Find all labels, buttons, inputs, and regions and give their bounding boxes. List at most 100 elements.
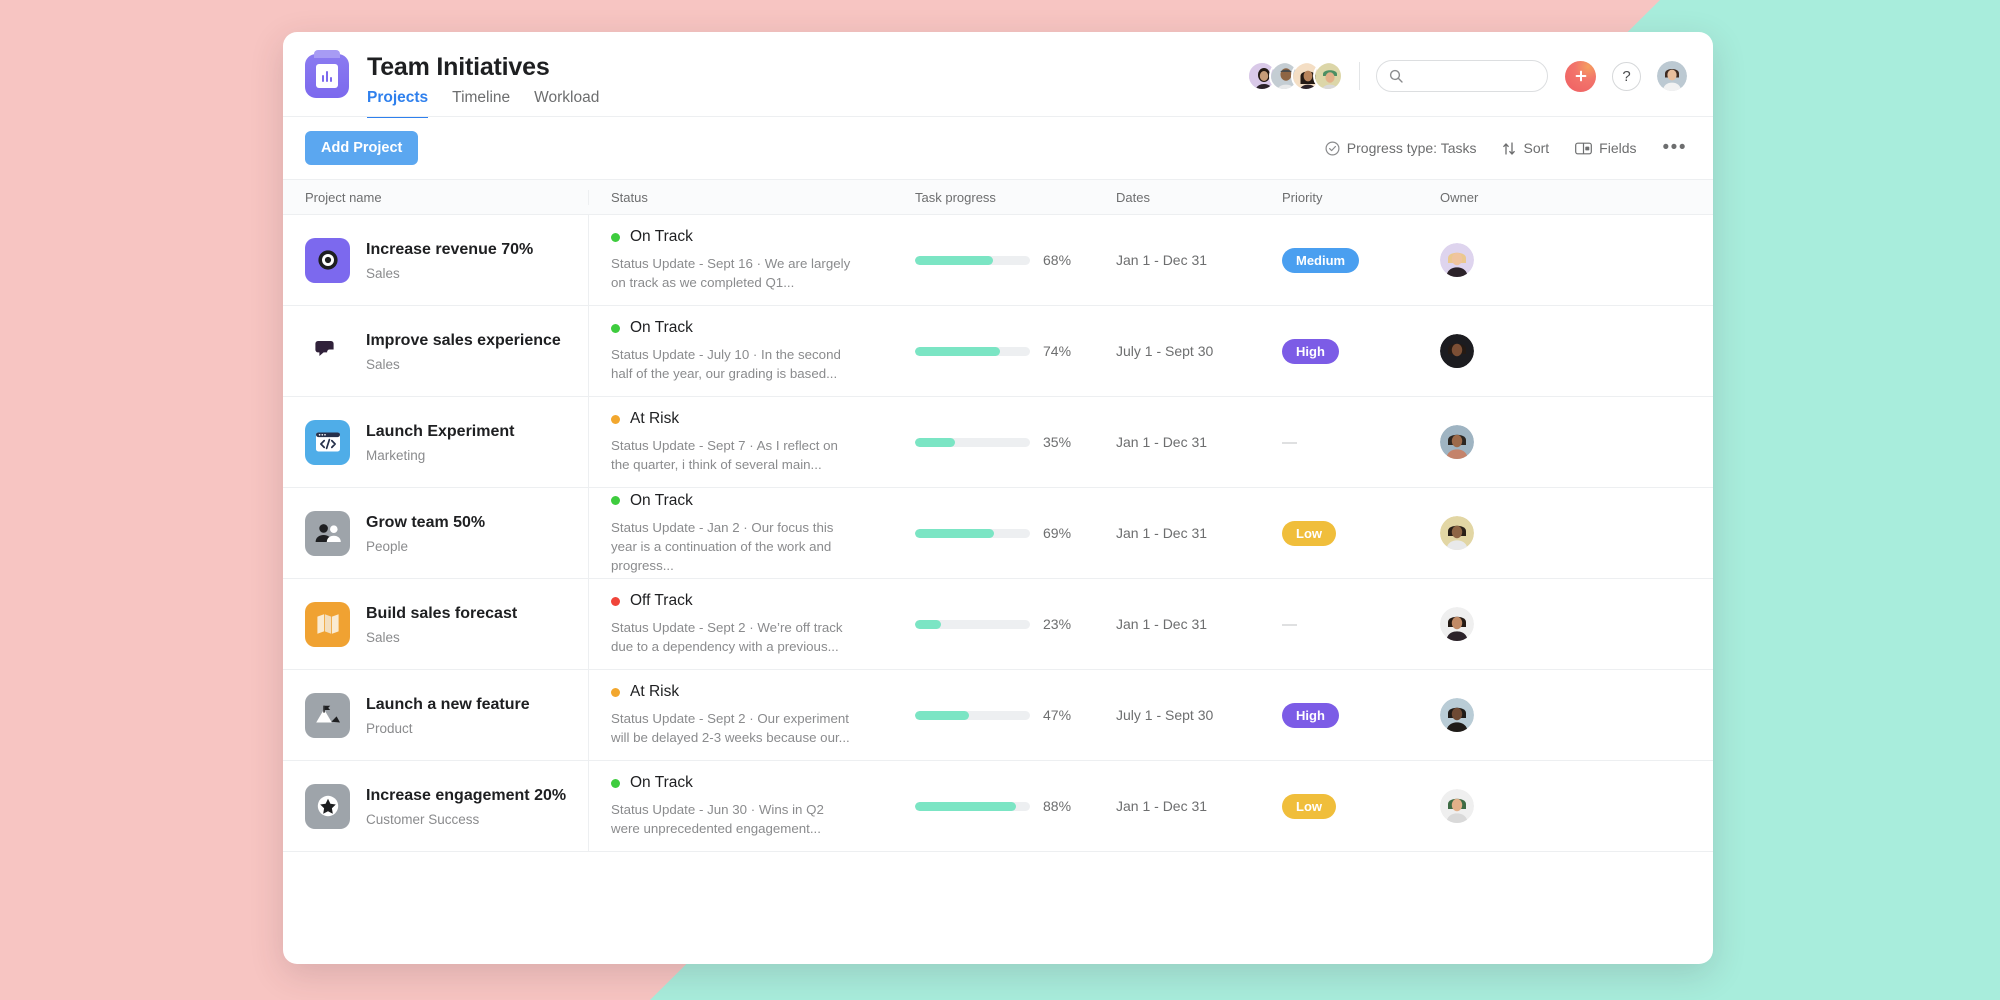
column-header-task-progress: Task progress bbox=[915, 189, 996, 205]
status-label: On Track bbox=[630, 774, 693, 791]
cell-dates[interactable]: Jan 1 - Dec 31 bbox=[1106, 397, 1266, 487]
project-name-label: Build sales forecast bbox=[366, 604, 518, 622]
cell-status[interactable]: On Track Status Update - Jun 30 · Wins in… bbox=[588, 761, 893, 851]
member-avatar-4[interactable] bbox=[1313, 61, 1343, 91]
cell-status[interactable]: At Risk Status Update - Sept 7 · As I ref… bbox=[588, 397, 893, 487]
cell-priority[interactable]: High bbox=[1266, 306, 1422, 396]
owner-avatar-6[interactable] bbox=[1440, 698, 1474, 732]
project-name-label: Launch Experiment bbox=[366, 422, 515, 440]
fields-label: Fields bbox=[1599, 140, 1637, 156]
progress-bar bbox=[915, 437, 1030, 447]
project-team-label: Marketing bbox=[366, 447, 426, 463]
cell-task-progress: 74% bbox=[893, 306, 1106, 396]
column-header-priority: Priority bbox=[1282, 189, 1323, 205]
status-badge[interactable]: Low bbox=[1282, 520, 1336, 546]
cell-priority[interactable]: High bbox=[1266, 670, 1422, 760]
progress-percent-label: 23% bbox=[1043, 616, 1072, 632]
owner-avatar-4[interactable] bbox=[1440, 516, 1474, 550]
cell-owner[interactable] bbox=[1422, 579, 1542, 669]
status-update-text: Status Update - Sept 7 · As I reflect on… bbox=[611, 438, 838, 472]
status-badge[interactable]: Low bbox=[1282, 793, 1336, 819]
cell-priority[interactable]: Low bbox=[1266, 761, 1422, 851]
owner-avatar-7[interactable] bbox=[1440, 789, 1474, 823]
cell-priority[interactable]: Low bbox=[1266, 488, 1422, 578]
status-update-text: Status Update - July 10 · In the second … bbox=[611, 347, 841, 381]
cell-dates[interactable]: July 1 - Sept 30 bbox=[1106, 670, 1266, 760]
cell-dates[interactable]: Jan 1 - Dec 31 bbox=[1106, 579, 1266, 669]
cell-owner[interactable] bbox=[1422, 761, 1542, 851]
cell-owner[interactable] bbox=[1422, 670, 1542, 760]
cell-status[interactable]: On Track Status Update - Sept 16 · We are… bbox=[588, 215, 893, 305]
code-window-icon bbox=[305, 419, 350, 465]
cell-owner[interactable] bbox=[1422, 215, 1542, 305]
cell-status[interactable]: Off Track Status Update - Sept 2 · We’re … bbox=[588, 579, 893, 669]
cell-project-name[interactable]: Increase engagement 20% Customer Success bbox=[283, 761, 588, 851]
cell-priority[interactable]: — bbox=[1266, 397, 1422, 487]
project-team-label: Sales bbox=[366, 265, 400, 281]
cell-priority[interactable]: — bbox=[1266, 579, 1422, 669]
add-button[interactable] bbox=[1565, 60, 1596, 92]
search-input[interactable] bbox=[1411, 68, 1535, 84]
tab-timeline[interactable]: Timeline bbox=[452, 88, 510, 118]
cell-owner[interactable] bbox=[1422, 397, 1542, 487]
fields-button[interactable]: Fields bbox=[1575, 140, 1637, 156]
status-badge[interactable]: High bbox=[1282, 702, 1339, 728]
target-icon bbox=[305, 237, 350, 283]
status-dot-icon bbox=[611, 687, 620, 697]
table-header-row: Project name Status Task progress Dates … bbox=[283, 179, 1713, 215]
member-avatar-stack[interactable] bbox=[1247, 61, 1343, 91]
cell-project-name[interactable]: Grow team 50% People bbox=[283, 488, 588, 578]
add-project-button[interactable]: Add Project bbox=[305, 131, 419, 165]
status-label: On Track bbox=[630, 491, 693, 509]
status-update-text: Status Update - Jan 2 · Our focus this y… bbox=[611, 519, 834, 573]
status-label: Off Track bbox=[630, 592, 693, 609]
cell-dates[interactable]: July 1 - Sept 30 bbox=[1106, 306, 1266, 396]
sort-button[interactable]: Sort bbox=[1502, 140, 1549, 156]
sort-label: Sort bbox=[1523, 140, 1550, 156]
cell-dates[interactable]: Jan 1 - Dec 31 bbox=[1106, 215, 1266, 305]
progress-type-button[interactable]: Progress type: Tasks bbox=[1325, 140, 1476, 156]
cell-owner[interactable] bbox=[1422, 306, 1542, 396]
status-badge[interactable]: Medium bbox=[1282, 247, 1360, 273]
owner-avatar-2[interactable] bbox=[1440, 334, 1474, 368]
project-team-label: Product bbox=[366, 720, 413, 736]
cell-project-name[interactable]: Improve sales experience Sales bbox=[283, 306, 588, 396]
status-badge[interactable]: High bbox=[1282, 338, 1339, 364]
dates-label: July 1 - Sept 30 bbox=[1116, 343, 1214, 359]
table-row[interactable]: Grow team 50% People On Track Status Update… bbox=[283, 488, 1713, 579]
more-options-button[interactable]: ••• bbox=[1663, 138, 1687, 157]
owner-avatar-3[interactable] bbox=[1440, 425, 1474, 459]
check-circle-icon bbox=[1325, 140, 1340, 156]
help-button[interactable]: ? bbox=[1612, 61, 1641, 91]
owner-avatar-5[interactable] bbox=[1440, 607, 1474, 641]
progress-bar-fill bbox=[915, 437, 956, 447]
table-row[interactable]: Improve sales experience Sales On Track Sta… bbox=[283, 306, 1713, 397]
cell-project-name[interactable]: Launch a new feature Product bbox=[283, 670, 588, 760]
table-row[interactable]: Launch Experiment Marketing At Risk Status … bbox=[283, 397, 1713, 488]
cell-dates[interactable]: Jan 1 - Dec 31 bbox=[1106, 488, 1266, 578]
tab-projects[interactable]: Projects bbox=[367, 88, 429, 118]
cell-status[interactable]: On Track Status Update - July 10 · In the… bbox=[588, 306, 893, 396]
account-avatar[interactable] bbox=[1657, 61, 1687, 91]
cell-owner[interactable] bbox=[1422, 488, 1542, 578]
cell-task-progress: 88% bbox=[893, 761, 1106, 851]
cell-project-name[interactable]: Build sales forecast Sales bbox=[283, 579, 588, 669]
table-row[interactable]: Launch a new feature Product At Risk Status… bbox=[283, 670, 1713, 761]
dates-label: Jan 1 - Dec 31 bbox=[1116, 798, 1208, 814]
status-label: At Risk bbox=[630, 410, 680, 427]
table-row[interactable]: Build sales forecast Sales Off Track Status… bbox=[283, 579, 1713, 670]
status-dot-icon bbox=[611, 414, 620, 424]
status-update-text: Status Update - Jun 30 · Wins in Q2 were… bbox=[611, 802, 824, 836]
owner-avatar-1[interactable] bbox=[1440, 243, 1474, 277]
cell-project-name[interactable]: Increase revenue 70% Sales bbox=[283, 215, 588, 305]
cell-dates[interactable]: Jan 1 - Dec 31 bbox=[1106, 761, 1266, 851]
search-box[interactable] bbox=[1376, 60, 1548, 92]
cell-priority[interactable]: Medium bbox=[1266, 215, 1422, 305]
progress-bar-fill bbox=[915, 528, 995, 538]
cell-status[interactable]: At Risk Status Update - Sept 2 · Our expe… bbox=[588, 670, 893, 760]
tab-workload[interactable]: Workload bbox=[534, 88, 599, 118]
table-row[interactable]: Increase engagement 20% Customer Success O… bbox=[283, 761, 1713, 852]
table-row[interactable]: Increase revenue 70% Sales On Track Status … bbox=[283, 215, 1713, 306]
cell-status[interactable]: On Track Status Update - Jan 2 · Our focu… bbox=[588, 488, 893, 578]
cell-project-name[interactable]: Launch Experiment Marketing bbox=[283, 397, 588, 487]
